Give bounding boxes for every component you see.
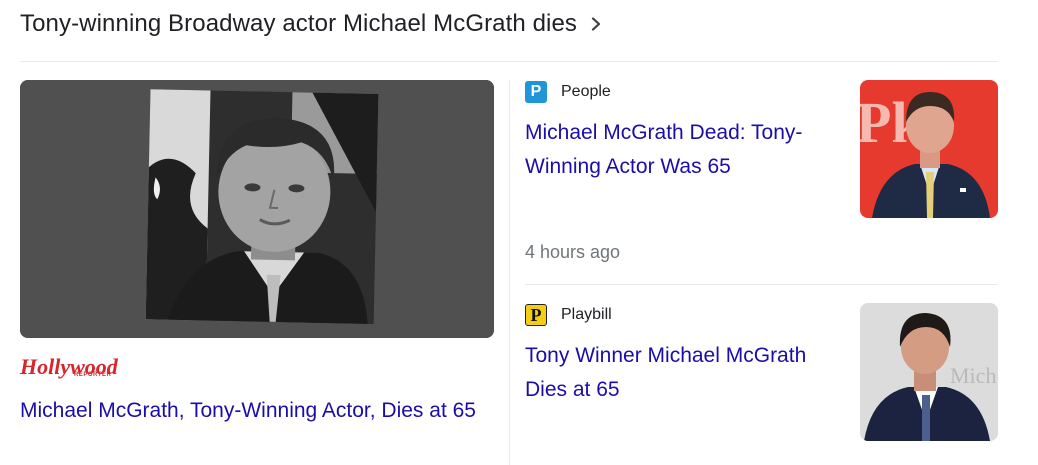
chevron-right-icon [591, 17, 601, 31]
publisher-logo-subtext: REPORTER [74, 372, 112, 378]
side-story-headline-link[interactable]: Tony Winner Michael McGrath Dies at 65 [525, 339, 835, 407]
side-story-headline-link[interactable]: Michael McGrath Dead: Tony-Winning Actor… [525, 116, 835, 184]
story-divider [525, 284, 998, 285]
hollywood-reporter-logo: Hollywood REPORTER [20, 352, 494, 382]
story-cluster-header[interactable]: Tony-winning Broadway actor Michael McGr… [20, 6, 603, 42]
side-story-card[interactable]: P Playbill Tony Winner Michael McGrath D… [525, 303, 998, 465]
main-story-image[interactable] [20, 80, 494, 338]
thumbnail-photo: Mich [860, 303, 998, 441]
side-story-thumbnail[interactable]: Mich [860, 303, 998, 441]
side-story-thumbnail[interactable]: Pkz [860, 80, 998, 218]
side-story-card[interactable]: P People Michael McGrath Dead: Tony-Winn… [525, 80, 998, 284]
cluster-title: Tony-winning Broadway actor Michael McGr… [20, 10, 578, 37]
story-timestamp: 4 hours ago [525, 242, 621, 262]
thumb-backdrop-text: Mich [950, 363, 996, 388]
source-name: People [561, 83, 611, 100]
people-favicon-icon: P [525, 81, 547, 103]
column-divider [509, 80, 510, 465]
source-name: Playbill [561, 306, 612, 323]
main-story-card[interactable]: Hollywood REPORTER Michael McGrath, Tony… [20, 80, 494, 428]
main-story-headline-link[interactable]: Michael McGrath, Tony-Winning Actor, Die… [20, 394, 490, 428]
playbill-favicon-icon: P [525, 304, 547, 326]
portrait-photo [20, 80, 494, 338]
header-divider [20, 61, 998, 62]
thumbnail-photo: Pkz [860, 80, 998, 218]
